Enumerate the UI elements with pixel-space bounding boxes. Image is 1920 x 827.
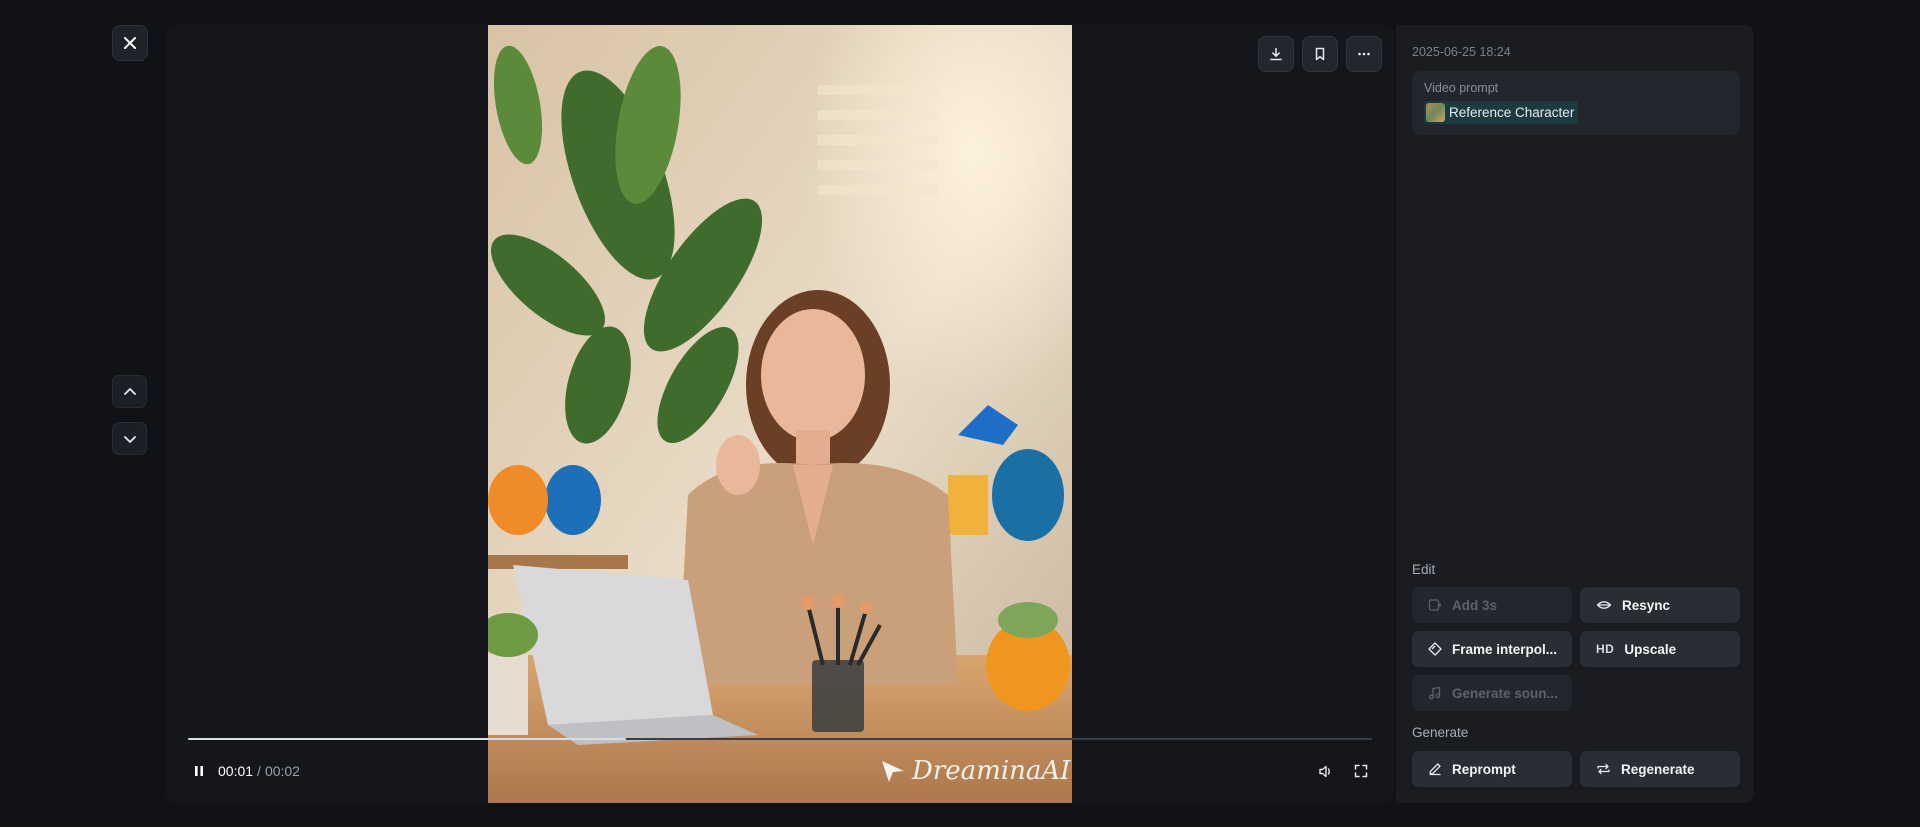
download-icon — [1270, 47, 1282, 61]
edit-section-label: Edit — [1412, 562, 1436, 577]
more-icon — [1358, 52, 1370, 56]
volume-icon — [1318, 765, 1330, 777]
extend-icon — [1428, 599, 1441, 611]
reference-thumbnail — [1426, 103, 1445, 122]
chip-label: Reference Character — [1449, 105, 1575, 120]
resync-button[interactable]: Resync — [1580, 587, 1740, 623]
chevron-down-icon — [123, 435, 136, 443]
fullscreen-button[interactable] — [1350, 760, 1372, 782]
pause-icon — [195, 766, 203, 776]
frame-interpolation-button[interactable]: Frame interpol... — [1412, 631, 1572, 667]
lips-icon — [1596, 601, 1612, 609]
playback-controls: 00:01 / 00:02 — [188, 759, 1372, 783]
repeat-icon — [1597, 763, 1610, 775]
music-note-icon — [1429, 686, 1441, 700]
upscale-label: Upscale — [1624, 641, 1677, 657]
pause-button[interactable] — [188, 760, 210, 782]
frame-interpolation-label: Frame interpol... — [1452, 641, 1558, 657]
regenerate-label: Regenerate — [1621, 761, 1695, 777]
add-3s-label: Add 3s — [1452, 597, 1498, 613]
reprompt-button[interactable]: Reprompt — [1412, 751, 1572, 787]
prompt-card: Video prompt Reference Character — [1412, 71, 1740, 135]
prompt-label: Video prompt — [1424, 81, 1499, 95]
volume-button[interactable] — [1314, 760, 1336, 782]
total-time: 00:02 — [264, 763, 300, 779]
resync-label: Resync — [1622, 597, 1671, 613]
previous-button[interactable] — [112, 375, 147, 408]
generate-section-label: Generate — [1412, 725, 1469, 740]
generate-sound-label: Generate soun... — [1452, 685, 1558, 701]
close-icon — [124, 37, 136, 49]
video-still — [488, 25, 1072, 803]
watermark: DreaminaAI — [880, 756, 1070, 786]
fullscreen-icon — [1354, 764, 1368, 778]
more-button[interactable] — [1346, 36, 1382, 72]
reference-character-chip[interactable]: Reference Character — [1424, 101, 1579, 124]
video-frame[interactable] — [488, 25, 1072, 803]
progress-bar[interactable] — [188, 738, 1372, 740]
close-button[interactable] — [112, 25, 148, 61]
dreamina-logo-icon — [882, 761, 904, 782]
progress-fill — [188, 738, 627, 740]
hd-icon: HD — [1596, 642, 1615, 656]
upscale-button[interactable]: HD Upscale — [1580, 631, 1740, 667]
download-button[interactable] — [1258, 36, 1294, 72]
generate-sound-button[interactable]: Generate soun... — [1412, 675, 1572, 711]
chevron-up-icon — [123, 387, 136, 395]
diamond-icon — [1428, 642, 1442, 656]
bookmark-icon — [1315, 47, 1325, 61]
created-date: 2025-06-25 18:24 — [1412, 45, 1511, 59]
current-time: 00:01 — [218, 763, 254, 779]
add-3s-button[interactable]: Add 3s — [1412, 587, 1572, 623]
video-viewer: 00:01 / 00:02 DreaminaAI 2025-06-25 18:2… — [0, 0, 1920, 827]
video-player: 00:01 / 00:02 — [166, 25, 1394, 803]
time-separator: / — [257, 763, 261, 779]
details-panel: 2025-06-25 18:24 Video prompt Reference … — [1396, 25, 1754, 803]
video-actions — [1258, 36, 1382, 72]
bookmark-button[interactable] — [1302, 36, 1338, 72]
pencil-icon — [1429, 763, 1441, 776]
regenerate-button[interactable]: Regenerate — [1580, 751, 1740, 787]
next-button[interactable] — [112, 422, 147, 455]
watermark-text: DreaminaAI — [912, 756, 1071, 786]
reprompt-label: Reprompt — [1452, 761, 1516, 777]
